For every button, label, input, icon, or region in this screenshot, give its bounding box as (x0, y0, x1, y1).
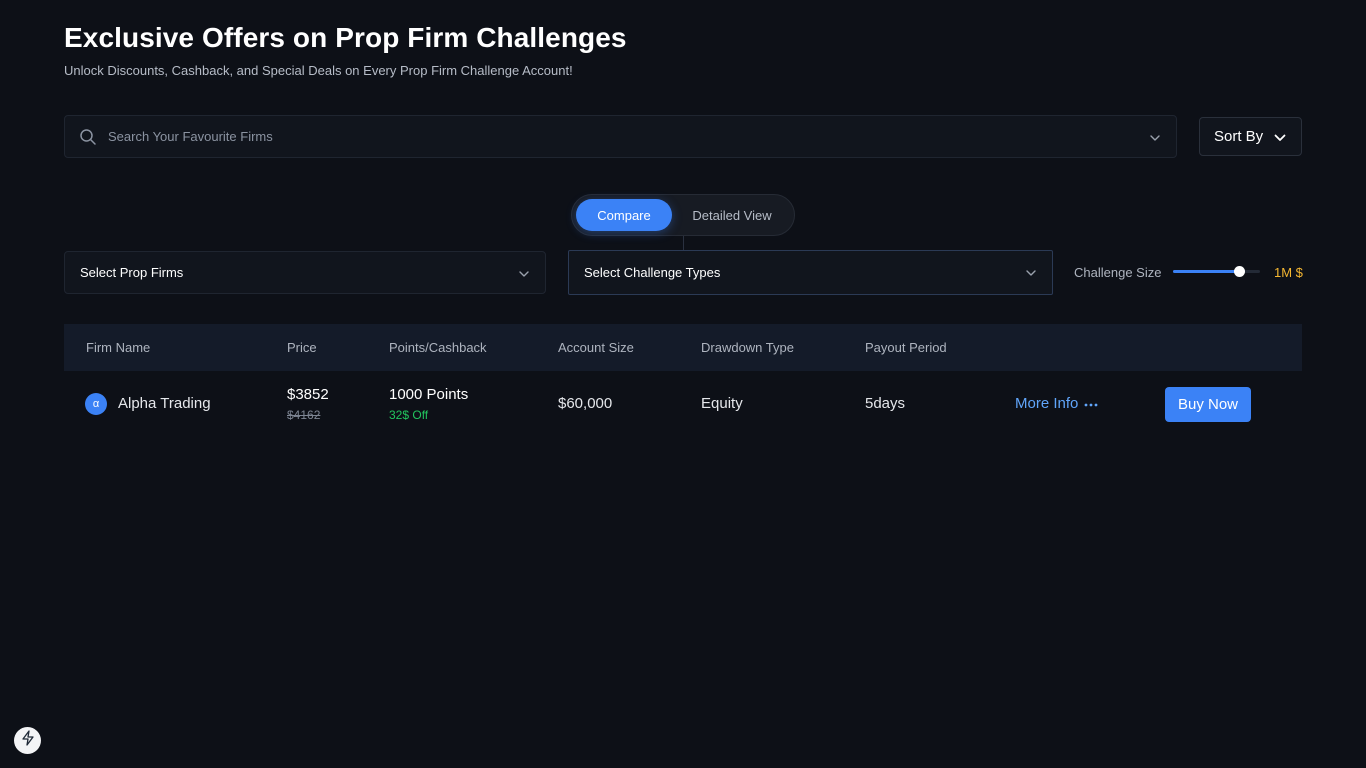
table-row: α Alpha Trading $3852 $4162 1000 Points … (64, 371, 1302, 435)
firm-logo: α (85, 393, 107, 415)
search-input[interactable] (108, 116, 1108, 157)
view-toggle: Compare Detailed View (571, 194, 795, 236)
drawdown-type: Equity (701, 395, 743, 412)
challenge-size-label: Challenge Size (1074, 265, 1162, 280)
price: $3852 (287, 386, 329, 403)
sort-by-label: Sort By (1214, 128, 1264, 145)
column-header-points-cashback: Points/Cashback (389, 340, 487, 355)
column-header-price: Price (287, 340, 317, 355)
prop-firms-select[interactable]: Select Prop Firms (64, 251, 546, 294)
sort-by-button[interactable]: Sort By (1199, 117, 1302, 156)
column-header-account-size: Account Size (558, 340, 634, 355)
payout-period: 5days (865, 395, 906, 412)
search-bar[interactable] (64, 115, 1177, 158)
column-header-drawdown-type: Drawdown Type (701, 340, 794, 355)
buy-now-button[interactable]: Buy Now (1165, 387, 1251, 422)
challenge-size-value: 1M $ (1274, 265, 1303, 280)
chevron-down-icon[interactable] (1148, 131, 1162, 145)
firm-name: Alpha Trading (118, 395, 211, 412)
lightning-bolt-icon (21, 730, 35, 751)
more-info-label: More Info (1015, 395, 1079, 412)
points: 1000 Points (389, 386, 469, 403)
page: Exclusive Offers on Prop Firm Challenges… (0, 0, 1366, 768)
chevron-down-icon (1024, 266, 1038, 280)
slider-thumb[interactable] (1234, 266, 1246, 277)
more-horizontal-icon (1084, 395, 1098, 412)
slider-fill (1173, 270, 1240, 273)
chevron-down-icon (1273, 131, 1287, 145)
prop-firms-select-label: Select Prop Firms (80, 265, 184, 280)
column-header-payout-period: Payout Period (865, 340, 947, 355)
tab-compare[interactable]: Compare (576, 199, 672, 231)
search-icon (79, 128, 97, 146)
lightning-bolt-button[interactable] (14, 727, 41, 754)
challenge-size-slider[interactable] (1173, 265, 1260, 279)
account-size: $60,000 (558, 395, 613, 412)
original-price: $4162 (287, 408, 321, 422)
challenge-types-select-label: Select Challenge Types (584, 265, 721, 280)
challenge-types-select[interactable]: Select Challenge Types (568, 250, 1053, 295)
discount-badge: 32$ Off (389, 408, 429, 422)
table-header: Firm Name Price Points/Cashback Account … (64, 324, 1302, 371)
chevron-down-icon (517, 267, 531, 281)
more-info-link[interactable]: More Info (1015, 395, 1098, 412)
page-title: Exclusive Offers on Prop Firm Challenges (64, 22, 627, 53)
tab-detailed-view[interactable]: Detailed View (682, 199, 782, 231)
page-subtitle: Unlock Discounts, Cashback, and Special … (64, 63, 573, 78)
column-header-firm-name: Firm Name (86, 340, 151, 355)
